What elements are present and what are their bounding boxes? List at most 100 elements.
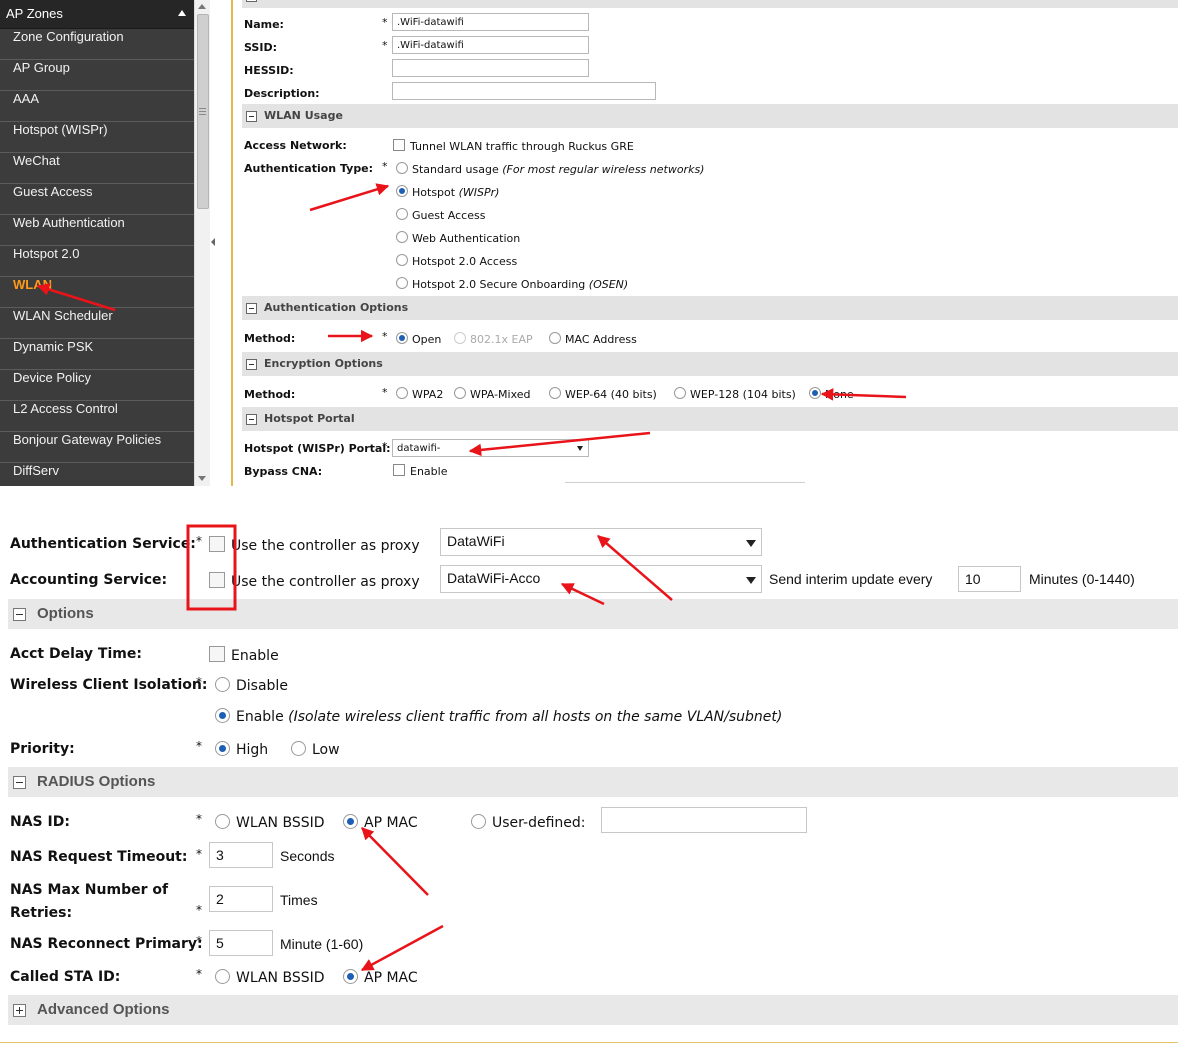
auth-method-open-radio[interactable]: Open (396, 332, 441, 346)
acct-proxy-checkbox[interactable] (209, 572, 225, 588)
nas-max-retries-label-line1: NAS Max Number of (10, 882, 169, 898)
sidebar-item-dynamic-psk[interactable]: Dynamic PSK (0, 339, 194, 370)
section-title: Options (37, 605, 94, 622)
sidebar-item-device-policy[interactable]: Device Policy (0, 370, 194, 401)
sidebar-item-bonjour-gateway-policies[interactable]: Bonjour Gateway Policies (0, 432, 194, 463)
section-header-radius-options[interactable]: RADIUS Options (8, 767, 1178, 797)
hessid-label: HESSID: (244, 64, 294, 77)
auth-type-hotspot-radio[interactable]: Hotspot (WISPr) (396, 185, 499, 199)
nas-reconnect-primary-input[interactable]: 5 (209, 930, 273, 956)
collapse-icon[interactable] (246, 359, 257, 370)
sidebar-item-web-authentication[interactable]: Web Authentication (0, 215, 194, 246)
auth-type-standard-radio[interactable]: Standard usage (For most regular wireles… (396, 162, 704, 176)
section-header-hotspot-portal[interactable]: Hotspot Portal (242, 407, 1178, 431)
sidebar-item-l2-access-control[interactable]: L2 Access Control (0, 401, 194, 432)
isolation-enable-radio[interactable]: Enable (Isolate wireless client traffic … (215, 708, 782, 725)
section-header-encryption-options[interactable]: Encryption Options (242, 352, 1178, 376)
encryption-none-radio[interactable]: None (809, 387, 854, 401)
acct-delay-checkbox[interactable] (209, 646, 225, 662)
section-header-wlan-usage[interactable]: WLAN Usage (242, 104, 1178, 128)
isolation-disable-radio[interactable]: Disable (215, 677, 288, 694)
acct-delay-enable-checkbox-option[interactable]: Enable (209, 646, 279, 664)
section-header-advanced-options[interactable]: Advanced Options (8, 995, 1178, 1025)
chevron-down-icon[interactable] (746, 577, 756, 584)
tunnel-checkbox[interactable] (393, 139, 405, 151)
sidebar-item-wlan-scheduler[interactable]: WLAN Scheduler (0, 308, 194, 339)
required-marker: * (196, 934, 202, 948)
tunnel-checkbox-option[interactable]: Tunnel WLAN traffic through Ruckus GRE (393, 139, 634, 153)
section-title: Authentication Options (264, 301, 409, 314)
interim-update-input[interactable]: 10 (958, 566, 1021, 592)
sidebar-item-diffserv[interactable]: DiffServ (0, 463, 194, 486)
called-sta-ap-mac-radio[interactable]: AP MAC (343, 969, 418, 986)
auth-type-web-auth-radio[interactable]: Web Authentication (396, 231, 520, 245)
collapse-caret-icon[interactable] (178, 10, 186, 16)
description-input[interactable] (392, 82, 656, 100)
divider (231, 0, 233, 486)
nas-id-user-defined-input[interactable] (601, 807, 807, 833)
sidebar-item-wlan[interactable]: WLAN (0, 277, 194, 308)
accounting-service-select[interactable]: DataWiFi-Acco (440, 565, 762, 593)
sidebar-item-aaa[interactable]: AAA (0, 91, 194, 122)
nas-request-timeout-input[interactable]: 3 (209, 842, 273, 868)
auth-method-mac-radio[interactable]: MAC Address (549, 332, 637, 346)
acct-service-proxy-checkbox-option[interactable]: Use the controller as proxy (209, 572, 420, 590)
scroll-down-icon[interactable] (198, 476, 206, 481)
section-header-auth-options[interactable]: Authentication Options (242, 296, 1178, 320)
collapse-icon[interactable] (246, 111, 257, 122)
hotspot-portal-select[interactable]: datawifi- (392, 439, 589, 457)
expand-icon[interactable] (13, 1004, 26, 1017)
auth-proxy-checkbox[interactable] (209, 536, 225, 552)
ssid-input[interactable]: .WiFi-datawifi (392, 36, 589, 54)
nas-id-ap-mac-radio[interactable]: AP MAC (343, 814, 418, 831)
sidebar-item-ap-group[interactable]: AP Group (0, 60, 194, 91)
section-header-options[interactable]: Options (8, 599, 1178, 629)
required-marker: * (382, 330, 388, 343)
priority-high-radio[interactable]: High (215, 741, 268, 758)
encryption-wep128-radio[interactable]: WEP-128 (104 bits) (674, 387, 796, 401)
encryption-wep64-radio[interactable]: WEP-64 (40 bits) (549, 387, 657, 401)
encryption-wpa2-radio[interactable]: WPA2 (396, 387, 443, 401)
auth-type-hotspot20-radio[interactable]: Hotspot 2.0 Access (396, 254, 517, 268)
collapse-left-icon[interactable] (211, 238, 215, 246)
collapse-icon[interactable] (13, 776, 26, 789)
auth-service-proxy-checkbox-option[interactable]: Use the controller as proxy (209, 536, 420, 554)
chevron-down-icon[interactable] (577, 446, 583, 451)
sidebar-item-guest-access[interactable]: Guest Access (0, 184, 194, 215)
auth-type-hotspot20-osen-radio[interactable]: Hotspot 2.0 Secure Onboarding (OSEN) (396, 277, 628, 291)
auth-service-select[interactable]: DataWiFi (440, 528, 762, 556)
collapse-icon[interactable] (246, 303, 257, 314)
nas-id-wlan-bssid-radio[interactable]: WLAN BSSID (215, 814, 325, 831)
priority-label: Priority: (10, 741, 75, 757)
auth-type-guest-access-radio[interactable]: Guest Access (396, 208, 485, 222)
encryption-wpa-mixed-radio[interactable]: WPA-Mixed (454, 387, 531, 401)
sidebar-header-ap-zones[interactable]: AP Zones (0, 0, 194, 29)
scroll-up-icon[interactable] (198, 4, 206, 9)
nas-max-retries-input[interactable]: 2 (209, 886, 273, 912)
sidebar-item-hotspot-wispr[interactable]: Hotspot (WISPr) (0, 122, 194, 153)
timeout-unit: Seconds (280, 848, 335, 864)
called-sta-wlan-bssid-radio[interactable]: WLAN BSSID (215, 969, 325, 986)
required-marker: * (196, 967, 202, 981)
bypass-cna-checkbox-option[interactable]: Enable (393, 464, 447, 478)
nas-reconnect-primary-label: NAS Reconnect Primary: (10, 936, 203, 952)
sidebar-item-wechat[interactable]: WeChat (0, 153, 194, 184)
access-network-label: Access Network: (244, 139, 347, 152)
name-input[interactable]: .WiFi-datawifi (392, 13, 589, 31)
ssid-label: SSID: (244, 41, 277, 54)
collapse-icon[interactable] (13, 608, 26, 621)
sidebar-scrollbar[interactable] (194, 0, 210, 486)
sidebar-item-zone-configuration[interactable]: Zone Configuration (0, 29, 194, 60)
collapse-icon[interactable] (246, 414, 257, 425)
hessid-input[interactable] (392, 59, 589, 77)
interim-update-label: Send interim update every (769, 571, 933, 587)
chevron-down-icon[interactable] (746, 540, 756, 547)
auth-method-eap-radio: 802.1x EAP (454, 332, 533, 346)
panel-splitter[interactable] (210, 0, 230, 486)
bypass-cna-checkbox[interactable] (393, 464, 405, 476)
nas-id-user-defined-radio[interactable]: User-defined: (471, 814, 585, 831)
collapse-icon[interactable] (246, 0, 257, 2)
hotspot-portal-label: Hotspot (WISPr) Portal: (244, 442, 391, 455)
sidebar-item-hotspot-2-0[interactable]: Hotspot 2.0 (0, 246, 194, 277)
priority-low-radio[interactable]: Low (291, 741, 340, 758)
